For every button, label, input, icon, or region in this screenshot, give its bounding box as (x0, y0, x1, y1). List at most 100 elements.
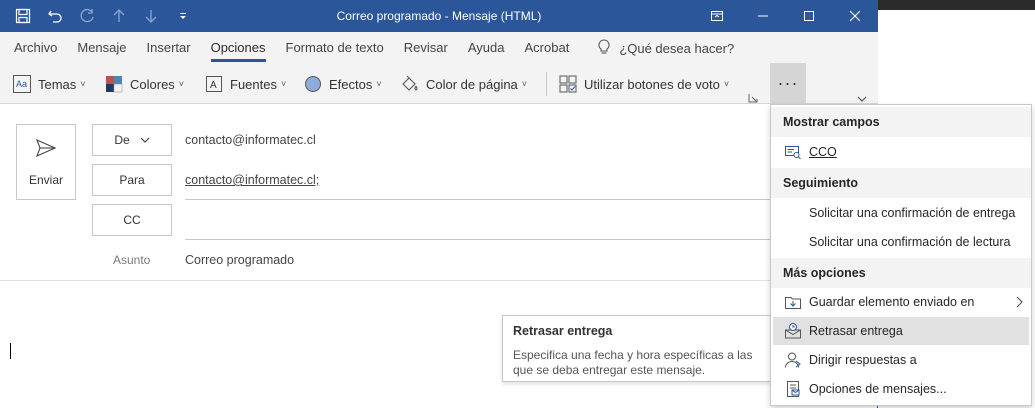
arrow-down-icon[interactable] (136, 0, 166, 32)
svg-text:Aa: Aa (16, 79, 27, 89)
from-button[interactable]: De (92, 124, 172, 156)
chevron-down-icon: ˅ (280, 79, 287, 89)
background-dark-strip (878, 0, 1035, 10)
minimize-icon[interactable] (740, 0, 786, 32)
ribbon-display-options-icon[interactable] (694, 0, 740, 32)
close-icon[interactable] (832, 0, 878, 32)
quick-access-toolbar (8, 0, 198, 32)
menu-item-delivery-receipt[interactable]: Solicitar una confirmación de entrega (773, 199, 1029, 227)
section-more-options: Más opciones (771, 258, 1031, 288)
cc-label: CC (123, 213, 141, 227)
menu-item-cco[interactable]: CCO (773, 138, 1029, 166)
section-show-fields: Mostrar campos (771, 107, 1031, 137)
save-sent-label: Guardar elemento enviado en (809, 295, 975, 309)
tooltip-body: Especifica una fecha y hora específicas … (513, 348, 753, 377)
colors-button[interactable]: Colores ˅ (104, 70, 184, 98)
cco-label: CCO (809, 145, 837, 159)
message-options-label: Opciones de mensajes... (809, 382, 947, 396)
voting-buttons-button[interactable]: Utilizar botones de voto ˅ (558, 70, 729, 98)
ribbon: Aa Temas ˅ Colores ˅ A Fuentes ˅ Efectos ˅ (0, 64, 878, 104)
menu-item-read-receipt[interactable]: Solicitar una confirmación de lectura (773, 228, 1029, 256)
message-options-icon (783, 379, 803, 399)
svg-text:A: A (210, 80, 217, 91)
menu-item-save-sent[interactable]: Guardar elemento enviado en (773, 288, 1029, 316)
voting-grid-icon (558, 74, 578, 94)
section-tracking: Seguimiento (771, 168, 1031, 198)
tab-ayuda[interactable]: Ayuda (458, 32, 515, 64)
colors-icon (104, 74, 124, 94)
body-divider (0, 280, 770, 281)
chevron-down-icon (140, 137, 150, 143)
tab-mensaje[interactable]: Mensaje (67, 32, 136, 64)
fonts-icon: A (204, 74, 224, 94)
ribbon-collapse-icon[interactable] (856, 92, 868, 102)
fonts-label: Fuentes (230, 76, 277, 92)
tab-acrobat[interactable]: Acrobat (515, 32, 580, 64)
delivery-receipt-label: Solicitar una confirmación de entrega (809, 206, 1016, 220)
paint-bucket-icon (400, 74, 420, 94)
fonts-button[interactable]: A Fuentes ˅ (204, 70, 286, 98)
direct-replies-label: Dirigir respuestas a (809, 353, 917, 367)
cc-button[interactable]: CC (92, 204, 172, 236)
tab-formato-de-texto[interactable]: Formato de texto (276, 32, 394, 64)
effects-icon (303, 74, 323, 94)
tell-me-label: ¿Qué desea hacer? (619, 40, 735, 56)
save-icon[interactable] (8, 0, 38, 32)
dialog-launcher-icon[interactable] (748, 91, 758, 103)
to-field-underline (185, 199, 770, 200)
to-button[interactable]: Para (92, 164, 172, 196)
to-field[interactable]: contacto@informatec.cl; (185, 173, 319, 187)
save-sent-folder-icon (783, 292, 803, 312)
window-controls (694, 0, 878, 32)
delay-delivery-label: Retrasar entrega (809, 324, 903, 338)
chevron-down-icon: ˅ (376, 79, 382, 89)
chevron-down-icon: ˅ (80, 79, 86, 89)
send-button[interactable]: Enviar (16, 124, 76, 200)
chevron-right-icon (1016, 296, 1023, 308)
arrow-up-icon[interactable] (104, 0, 134, 32)
ribbon-separator (546, 72, 547, 96)
person-reply-icon (783, 350, 803, 370)
effects-button[interactable]: Efectos ˅ (303, 70, 382, 98)
tab-archivo[interactable]: Archivo (4, 32, 67, 64)
to-label: Para (119, 173, 145, 187)
more-commands-button[interactable]: ··· (770, 63, 806, 104)
chevron-down-icon: ˅ (521, 79, 528, 89)
delay-delivery-tooltip: Retrasar entrega Especifica una fecha y … (502, 315, 771, 382)
subject-field[interactable]: Correo programado (185, 253, 294, 267)
read-receipt-label: Solicitar una confirmación de lectura (809, 235, 1011, 249)
tell-me-box[interactable]: ¿Qué desea hacer? (579, 32, 734, 64)
chevron-down-icon: ˅ (178, 79, 185, 89)
text-cursor (10, 343, 11, 359)
themes-icon: Aa (12, 74, 32, 94)
ribbon-tabs: Archivo Mensaje Insertar Opciones Format… (0, 32, 878, 64)
tab-opciones[interactable]: Opciones (201, 32, 276, 64)
title-bar: Correo programado - Mensaje (HTML) (0, 0, 878, 32)
customize-qat-icon[interactable] (168, 0, 198, 32)
from-field[interactable]: contacto@informatec.cl (185, 133, 316, 147)
cc-field-underline (185, 239, 770, 240)
more-options-menu: Mostrar campos CCO Seguimiento Solicitar… (770, 104, 1032, 406)
bcc-icon (783, 142, 803, 162)
menu-item-delay-delivery[interactable]: Retrasar entrega (773, 317, 1029, 345)
tab-revisar[interactable]: Revisar (394, 32, 458, 64)
redo-icon[interactable] (72, 0, 102, 32)
themes-label: Temas (38, 76, 77, 92)
from-label: De (114, 133, 130, 147)
undo-icon[interactable] (40, 0, 70, 32)
tab-insertar[interactable]: Insertar (137, 32, 201, 64)
themes-button[interactable]: Aa Temas ˅ (12, 70, 86, 98)
page-color-button[interactable]: Color de página ˅ (400, 70, 527, 98)
lightbulb-icon (597, 38, 611, 58)
message-window: Correo programado - Mensaje (HTML) Archi… (0, 0, 878, 408)
effects-label: Efectos (329, 76, 373, 92)
menu-item-direct-replies[interactable]: Dirigir respuestas a (773, 346, 1029, 374)
menu-item-message-options[interactable]: Opciones de mensajes... (773, 375, 1029, 403)
tooltip-title: Retrasar entrega (513, 324, 613, 338)
send-icon (36, 138, 57, 158)
send-label: Enviar (28, 173, 63, 187)
subject-label: Asunto (113, 253, 151, 267)
delay-delivery-icon (783, 321, 803, 341)
page-color-label: Color de página (426, 76, 518, 92)
maximize-icon[interactable] (786, 0, 832, 32)
